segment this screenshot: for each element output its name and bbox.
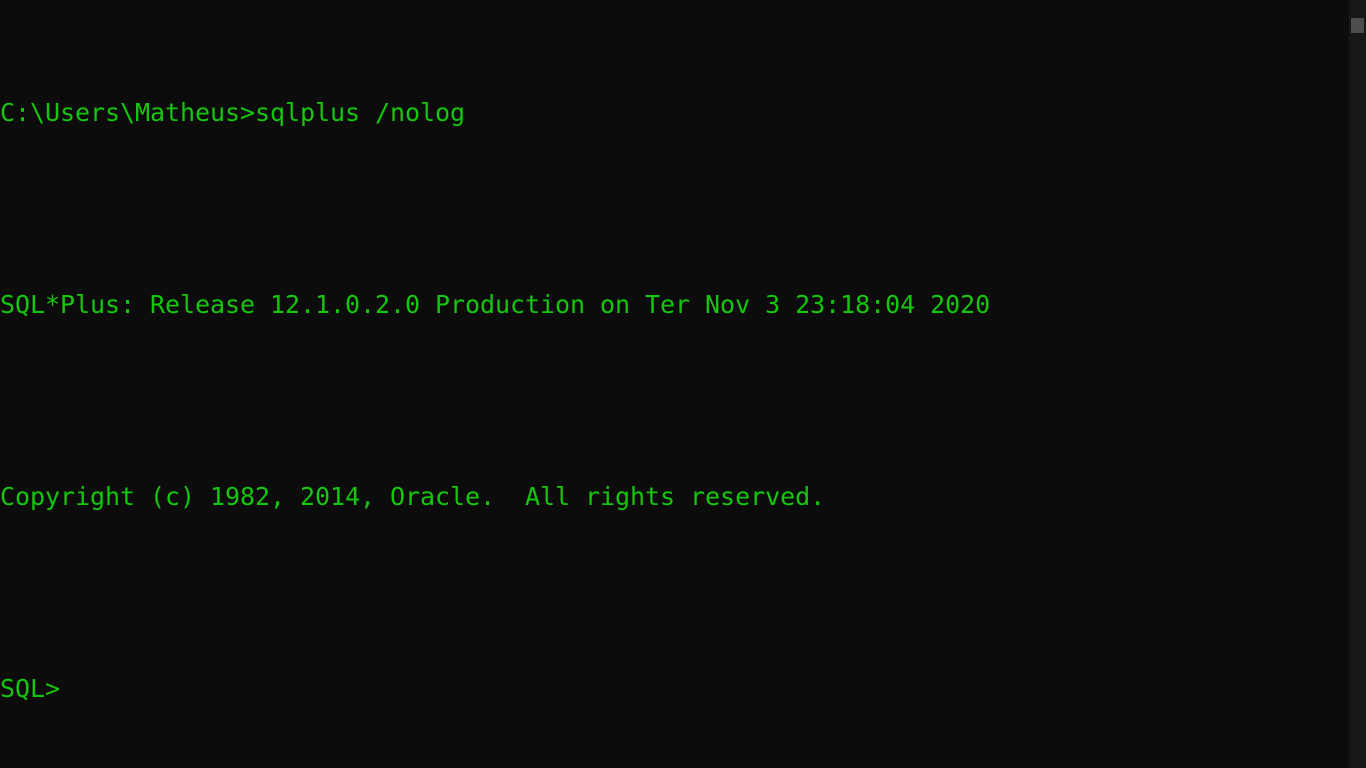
terminal-output[interactable]: C:\Users\Matheus>sqlplus /nolog SQL*Plus… (0, 33, 990, 768)
terminal-window[interactable]: C:\Users\Matheus>sqlplus /nolog SQL*Plus… (0, 0, 1349, 768)
scrollbar-thumb[interactable] (1351, 18, 1364, 33)
copyright-line: Copyright (c) 1982, 2014, Oracle. All ri… (0, 482, 826, 511)
sql-prompt[interactable]: SQL> (0, 673, 990, 705)
vertical-scrollbar[interactable] (1349, 0, 1366, 768)
command-line: C:\Users\Matheus>sqlplus /nolog (0, 98, 466, 127)
sqlplus-release-line: SQL*Plus: Release 12.1.0.2.0 Production … (0, 290, 991, 319)
